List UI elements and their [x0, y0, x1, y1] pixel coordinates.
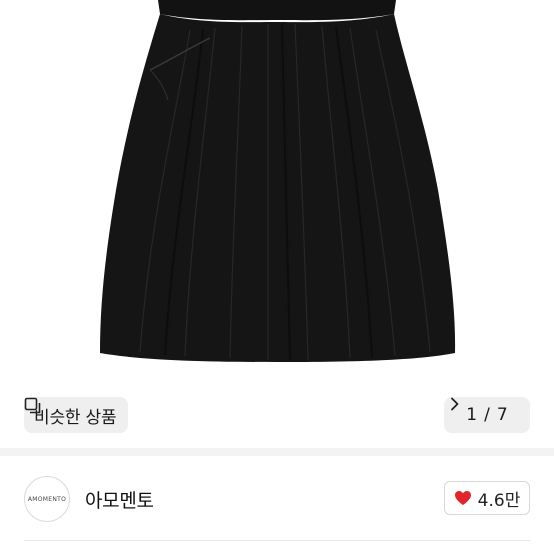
pager-separator: / [484, 405, 490, 425]
product-image[interactable]: 비슷한 상품 1 / 7 [0, 0, 554, 448]
shop-name[interactable]: 아모멘토 [85, 486, 154, 513]
shop-logo[interactable]: AMOMENTO [24, 476, 70, 522]
skirt-illustration [100, 0, 456, 362]
pager-total: 7 [496, 405, 508, 425]
like-button[interactable]: 4.6만 [444, 481, 530, 515]
similar-products-label: 비슷한 상품 [34, 407, 117, 428]
bottom-divider [24, 540, 530, 541]
section-divider [0, 448, 554, 456]
like-count: 4.6만 [477, 490, 521, 511]
similar-products-button[interactable]: 비슷한 상품 [24, 397, 129, 433]
chevron-right-icon [451, 397, 459, 411]
shop-logo-text: AMOMENTO [27, 495, 67, 503]
product-detail-page: 비슷한 상품 1 / 7 AMOMENTO 아모멘토 4.6만 [0, 0, 554, 554]
similar-products-icon [24, 397, 41, 414]
shop-info-row[interactable]: AMOMENTO 아모멘토 4.6만 [0, 456, 554, 540]
pager-current: 1 [466, 405, 478, 425]
image-pager[interactable]: 1 / 7 [444, 397, 530, 433]
heart-icon [454, 491, 471, 505]
